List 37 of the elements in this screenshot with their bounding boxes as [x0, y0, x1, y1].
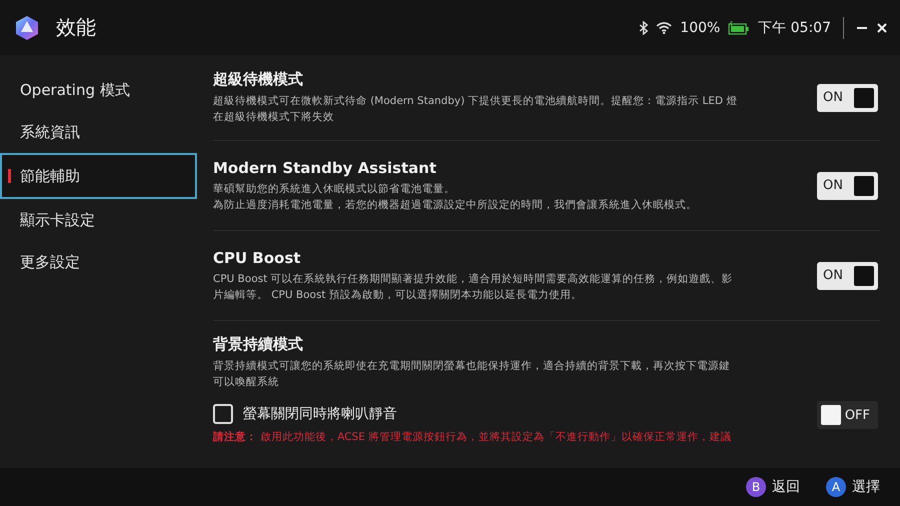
- checkbox-label: 螢幕關閉同時將喇叭靜音: [243, 405, 397, 423]
- battery-percent: 100%: [680, 20, 720, 36]
- sidebar-item[interactable]: 更多設定: [0, 241, 197, 283]
- warning-note: 請注意： 啟用此功能後，ACSE 將管理電源按鈕行為，並將其設定為「不進行動作」以確保正常運作，建議: [213, 430, 732, 444]
- section-title: CPU Boost: [213, 248, 302, 266]
- sidebar-item[interactable]: 顯示卡設定: [0, 199, 197, 241]
- bluetooth-icon: [639, 20, 648, 34]
- section-description: CPU Boost 可以在系統執行任務期間顯著提升效能，適合用於短時間需要高效能運算的任務，例如遊戲、影: [213, 272, 734, 286]
- controller-key-icon: A: [826, 477, 846, 497]
- section-title: Modern Standby Assistant: [213, 158, 438, 176]
- controller-key-icon: B: [746, 477, 766, 497]
- footer-action[interactable]: 選擇: [852, 478, 880, 496]
- sidebar-item[interactable]: 系統資訊: [0, 111, 197, 153]
- section-description: 為防止過度消耗電池電量，若您的機器超過電源設定中所設定的時間，我們會讓系統進入休眠模式。: [213, 198, 698, 212]
- footer-action[interactable]: 返回: [772, 478, 800, 496]
- sidebar-item[interactable]: Operating 模式: [0, 69, 197, 111]
- checkbox[interactable]: [213, 404, 233, 424]
- sidebar-item[interactable]: 節能輔助: [0, 153, 197, 199]
- toggle-switch[interactable]: ON: [817, 262, 878, 290]
- close-icon[interactable]: [876, 22, 888, 34]
- section-description: 華碩幫助您的系統進入休眠模式以節省電池電量。: [213, 182, 456, 196]
- section-description: 超級待機模式可在微軟新式待命 (Modern Standby) 下提供更長的電池續航時間。提醒您：電源指示 LED 燈: [213, 94, 738, 109]
- section-title: 背景持續模式: [213, 335, 304, 354]
- clock-time: 下午 05:07: [758, 18, 831, 36]
- selection-marker: [8, 169, 11, 183]
- toggle-switch[interactable]: OFF: [817, 401, 878, 429]
- wifi-icon: [656, 22, 672, 34]
- section-description: 背景持續模式可讓您的系統即使在充電期間關閉螢幕也能保持運作，適合持續的背景下載，再次按下電源鍵: [213, 359, 731, 374]
- battery-charging-icon: [728, 20, 750, 34]
- section-description: 在超級待機模式下將失效: [213, 110, 335, 125]
- toggle-switch[interactable]: ON: [817, 172, 878, 200]
- toggle-switch[interactable]: ON: [817, 84, 878, 112]
- section-description: 可以喚醒系統: [213, 375, 280, 390]
- app-logo-icon: [14, 14, 40, 40]
- window-title: 效能: [56, 14, 96, 41]
- section-description: 片編輯等。 CPU Boost 預設為啟動，可以選擇關閉本功能以延長電力使用。: [213, 288, 584, 302]
- section-title: 超級待機模式: [213, 70, 304, 89]
